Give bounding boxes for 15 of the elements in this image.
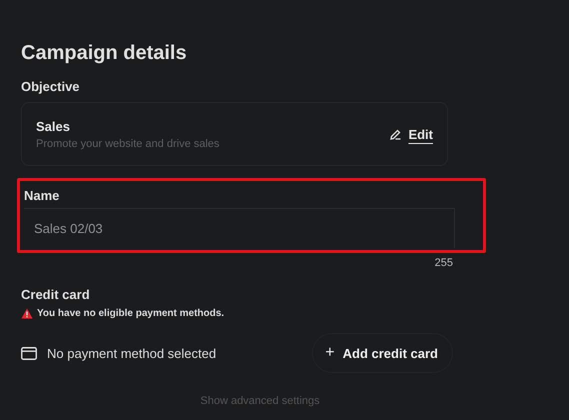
payment-status: No payment method selected (47, 346, 218, 360)
name-input-field[interactable]: Sales 02/03 (24, 208, 455, 248)
add-credit-card-button[interactable]: + Add credit card (312, 333, 453, 373)
objective-name: Sales (36, 118, 71, 134)
page-title: Campaign details (21, 42, 188, 65)
character-counter: 255 (434, 257, 453, 269)
section-label: Objective (21, 79, 81, 94)
edit-link[interactable]: Edit (408, 126, 433, 142)
section-label: Credit card (21, 287, 91, 302)
field-label: Name (24, 188, 60, 203)
warning-message: You have no eligible payment methods. (37, 308, 224, 319)
warning-icon (21, 308, 33, 319)
credit-card-icon (21, 346, 37, 360)
pencil-icon (389, 128, 402, 140)
objective-description: Promote your website and drive sales (36, 138, 220, 150)
